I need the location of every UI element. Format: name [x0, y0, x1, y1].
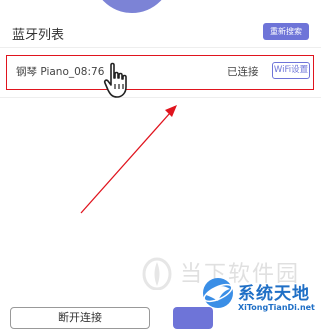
- page-title: 蓝牙列表: [12, 28, 65, 43]
- globe-icon: [203, 278, 233, 308]
- divider: [0, 47, 321, 48]
- watermark-logo-2: 系统天地 XiTongTianDi.net: [200, 275, 321, 319]
- wifi-settings-button[interactable]: WiFi设置: [272, 62, 310, 79]
- watermark-leaf-icon: [142, 257, 172, 291]
- device-list-item[interactable]: 钢琴 Piano_08:76 已连接 WiFi设置: [6, 55, 314, 90]
- watermark-url: XiTongTianDi.net: [238, 303, 315, 312]
- watermark-text-2: 系统天地: [238, 284, 310, 304]
- rescan-button[interactable]: 重新搜索: [263, 23, 309, 40]
- row-divider: [0, 97, 321, 98]
- device-name: 钢琴 Piano_08:76: [16, 66, 105, 78]
- connection-status: 已连接: [227, 66, 259, 78]
- top-decoration: [92, 0, 172, 13]
- disconnect-button[interactable]: 断开连接: [10, 307, 150, 329]
- hand-pointer-icon: [103, 62, 127, 98]
